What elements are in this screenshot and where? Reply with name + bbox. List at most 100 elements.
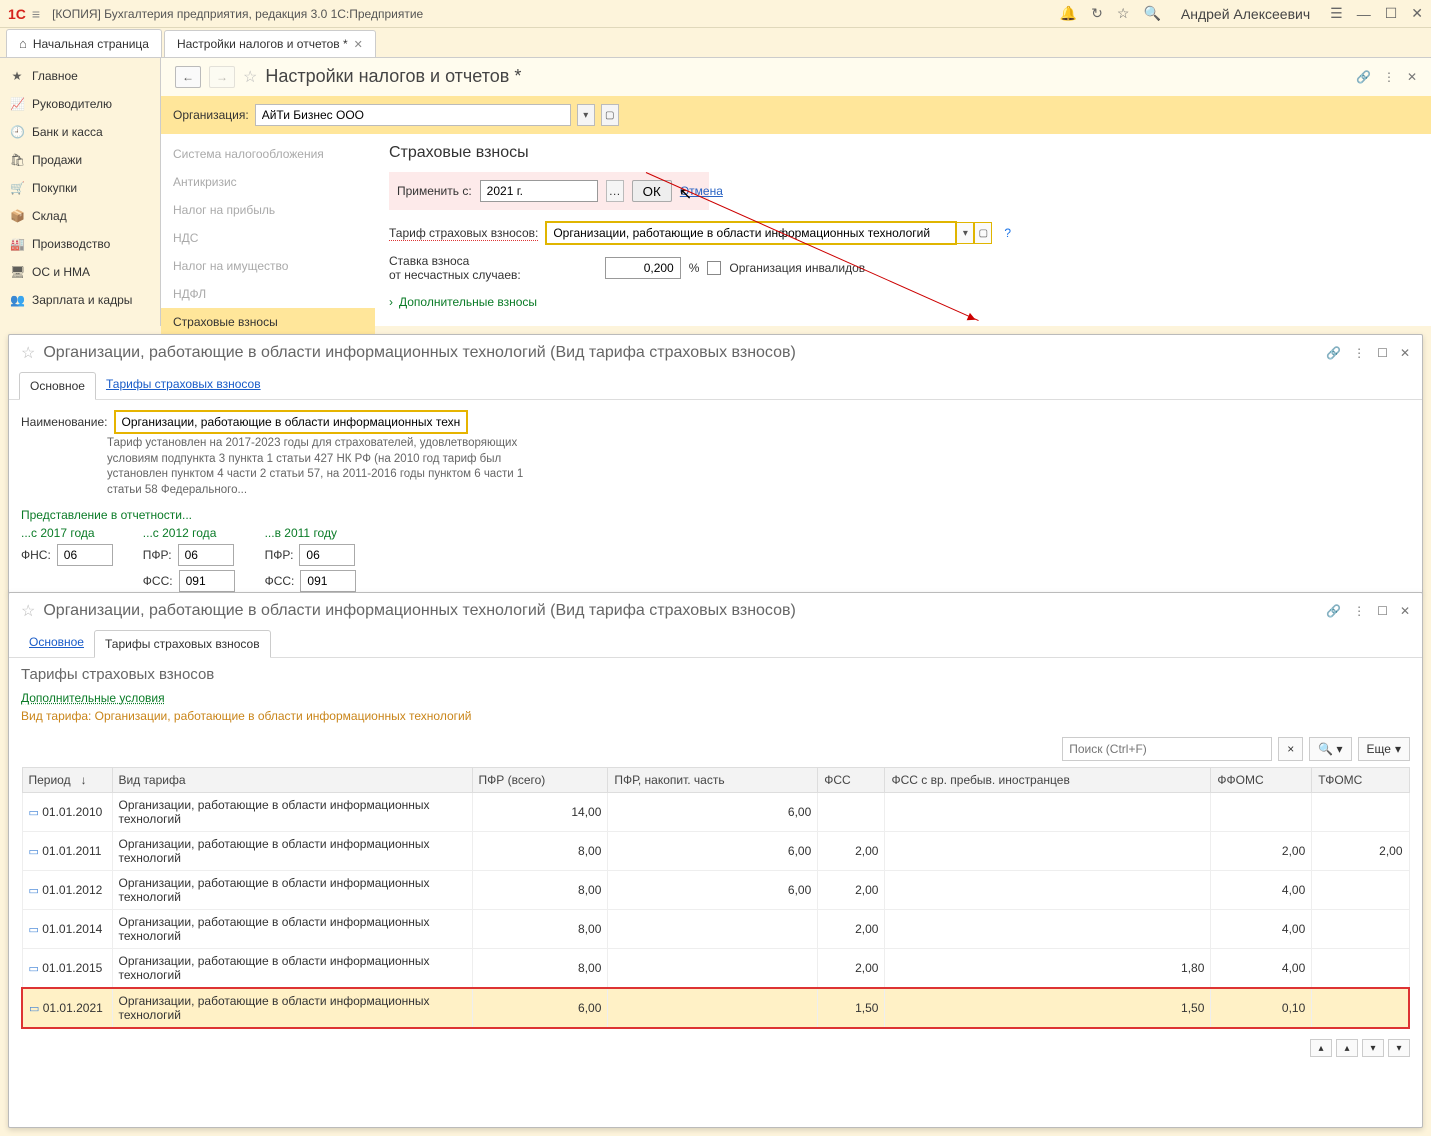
apply-from-input[interactable] xyxy=(480,180,598,202)
close-icon[interactable]: ✕ xyxy=(1411,5,1423,22)
menu-icon[interactable]: ☰ xyxy=(1330,5,1343,22)
value-cell xyxy=(608,988,818,1028)
link-icon[interactable]: 🔗 xyxy=(1326,346,1341,360)
tab-home[interactable]: ⌂ Начальная страница xyxy=(6,29,162,57)
user-name[interactable]: Андрей Алексеевич xyxy=(1181,6,1310,22)
column-header[interactable]: Период ↓ xyxy=(22,768,112,793)
search-button[interactable]: 🔍 ▾ xyxy=(1309,737,1351,761)
favorite-star-icon[interactable]: ☆ xyxy=(243,67,257,87)
link-icon[interactable]: 🔗 xyxy=(1356,70,1371,84)
tab-tariffs[interactable]: Тарифы страховых взносов xyxy=(94,630,271,658)
pager-down-button[interactable]: ▾ xyxy=(1362,1039,1384,1057)
column-header[interactable]: ФСС с вр. пребыв. иностранцев xyxy=(885,768,1211,793)
column-header[interactable]: Вид тарифа xyxy=(112,768,472,793)
table-row[interactable]: ▭ 01.01.2012Организации, работающие в об… xyxy=(22,871,1409,910)
column-header[interactable]: ПФР, накопит. часть xyxy=(608,768,818,793)
sidebar-item[interactable]: 🕘Банк и касса xyxy=(0,118,159,146)
tabs-bar: ⌂ Начальная страница Настройки налогов и… xyxy=(0,28,1431,58)
star-icon[interactable]: ☆ xyxy=(1117,5,1130,22)
org-open-button[interactable]: ▢ xyxy=(601,104,619,126)
table-row[interactable]: ▭ 01.01.2015Организации, работающие в об… xyxy=(22,949,1409,989)
table-row[interactable]: ▭ 01.01.2010Организации, работающие в об… xyxy=(22,793,1409,832)
name-input[interactable] xyxy=(114,410,468,434)
org-invalid-checkbox[interactable] xyxy=(707,261,721,275)
ok-button[interactable]: ОК xyxy=(632,180,672,202)
sidebar-item[interactable]: 👥Зарплата и кадры xyxy=(0,286,159,314)
category-item[interactable]: Антикризис xyxy=(161,168,375,196)
maximize-icon[interactable]: ☐ xyxy=(1385,5,1398,22)
rate-input[interactable] xyxy=(605,257,681,279)
tab-tariffs[interactable]: Тарифы страховых взносов xyxy=(96,371,271,399)
value-cell xyxy=(608,910,818,949)
field-input[interactable] xyxy=(179,570,235,592)
title-bar: 1C ≡ [КОПИЯ] Бухгалтерия предприятия, ре… xyxy=(0,0,1431,28)
table-row[interactable]: ▭ 01.01.2014Организации, работающие в об… xyxy=(22,910,1409,949)
kebab-icon[interactable]: ⋮ xyxy=(1353,604,1365,618)
hamburger-icon[interactable]: ≡ xyxy=(32,6,40,22)
sidebar-item[interactable]: 📈Руководителю xyxy=(0,90,159,118)
favorite-star-icon[interactable]: ☆ xyxy=(21,343,35,363)
sidebar-icon: 📈 xyxy=(10,97,24,111)
bell-icon[interactable]: 🔔 xyxy=(1060,5,1077,22)
close-page-icon[interactable]: ✕ xyxy=(1407,70,1417,84)
column-header[interactable]: ФФОМС xyxy=(1211,768,1312,793)
pager-up-button[interactable]: ▴ xyxy=(1336,1039,1358,1057)
category-item[interactable]: НДФЛ xyxy=(161,280,375,308)
field-input[interactable] xyxy=(57,544,113,566)
category-item[interactable]: Налог на прибыль xyxy=(161,196,375,224)
category-item[interactable]: НДС xyxy=(161,224,375,252)
table-row[interactable]: ▭ 01.01.2021Организации, работающие в об… xyxy=(22,988,1409,1028)
column-header[interactable]: ТФОМС xyxy=(1312,768,1409,793)
tab-close-icon[interactable]: ✕ xyxy=(354,38,363,51)
history-icon[interactable]: ↻ xyxy=(1091,5,1103,22)
tab-main[interactable]: Основное xyxy=(19,629,94,657)
nav-back-button[interactable]: ← xyxy=(175,66,201,88)
clear-search-button[interactable]: × xyxy=(1278,737,1303,761)
category-item[interactable]: Система налогообложения xyxy=(161,140,375,168)
org-input[interactable] xyxy=(255,104,571,126)
field-input[interactable] xyxy=(300,570,356,592)
sidebar-item[interactable]: 🛍Продажи xyxy=(0,146,159,174)
field-label: ПФР: xyxy=(265,548,294,562)
org-dropdown-button[interactable]: ▾ xyxy=(577,104,595,126)
tariff-open-button[interactable]: ▢ xyxy=(974,222,992,244)
help-icon[interactable]: ? xyxy=(1004,226,1011,240)
sidebar-item[interactable]: 🏭Производство xyxy=(0,230,159,258)
nav-forward-button[interactable]: → xyxy=(209,66,235,88)
tab-settings[interactable]: Настройки налогов и отчетов * ✕ xyxy=(164,30,376,57)
column-header[interactable]: ФСС xyxy=(818,768,885,793)
sidebar-item[interactable]: ★Главное xyxy=(0,62,159,90)
more-button[interactable]: Еще ▾ xyxy=(1358,737,1410,761)
tariff-dropdown-button[interactable]: ▾ xyxy=(956,222,974,244)
sidebar-item[interactable]: 🖥ОС и НМА xyxy=(0,258,159,286)
search-input[interactable] xyxy=(1062,737,1272,761)
extra-conditions-link[interactable]: Дополнительные условия xyxy=(9,687,177,709)
additional-contributions-link[interactable]: › Дополнительные взносы xyxy=(389,295,1417,309)
category-item[interactable]: Налог на имущество xyxy=(161,252,375,280)
tab-main[interactable]: Основное xyxy=(19,372,96,400)
field-input[interactable] xyxy=(299,544,355,566)
maximize-icon[interactable]: ☐ xyxy=(1377,346,1388,360)
sidebar-item[interactable]: 📦Склад xyxy=(0,202,159,230)
category-item[interactable]: Страховые взносы xyxy=(161,308,375,336)
tariff-select[interactable] xyxy=(546,222,956,244)
table-row[interactable]: ▭ 01.01.2011Организации, работающие в об… xyxy=(22,832,1409,871)
pane-heading: Страховые взносы xyxy=(389,144,1417,162)
pager-last-button[interactable]: ▾ xyxy=(1388,1039,1410,1057)
close-icon[interactable]: ✕ xyxy=(1400,604,1410,618)
kebab-icon[interactable]: ⋮ xyxy=(1353,346,1365,360)
sidebar-item[interactable]: 🛒Покупки xyxy=(0,174,159,202)
link-icon[interactable]: 🔗 xyxy=(1326,604,1341,618)
search-icon[interactable]: 🔍 xyxy=(1143,5,1160,22)
tab-home-label: Начальная страница xyxy=(33,37,149,51)
close-icon[interactable]: ✕ xyxy=(1400,346,1410,360)
maximize-icon[interactable]: ☐ xyxy=(1377,604,1388,618)
minimize-icon[interactable]: — xyxy=(1357,6,1371,22)
kebab-icon[interactable]: ⋮ xyxy=(1383,70,1395,84)
column-header[interactable]: ПФР (всего) xyxy=(472,768,608,793)
apply-ellipsis-button[interactable]: … xyxy=(606,180,624,202)
pager-first-button[interactable]: ▴ xyxy=(1310,1039,1332,1057)
favorite-star-icon[interactable]: ☆ xyxy=(21,601,35,621)
field-input[interactable] xyxy=(178,544,234,566)
dialog3-header: ☆ Организации, работающие в области инфо… xyxy=(9,593,1422,629)
